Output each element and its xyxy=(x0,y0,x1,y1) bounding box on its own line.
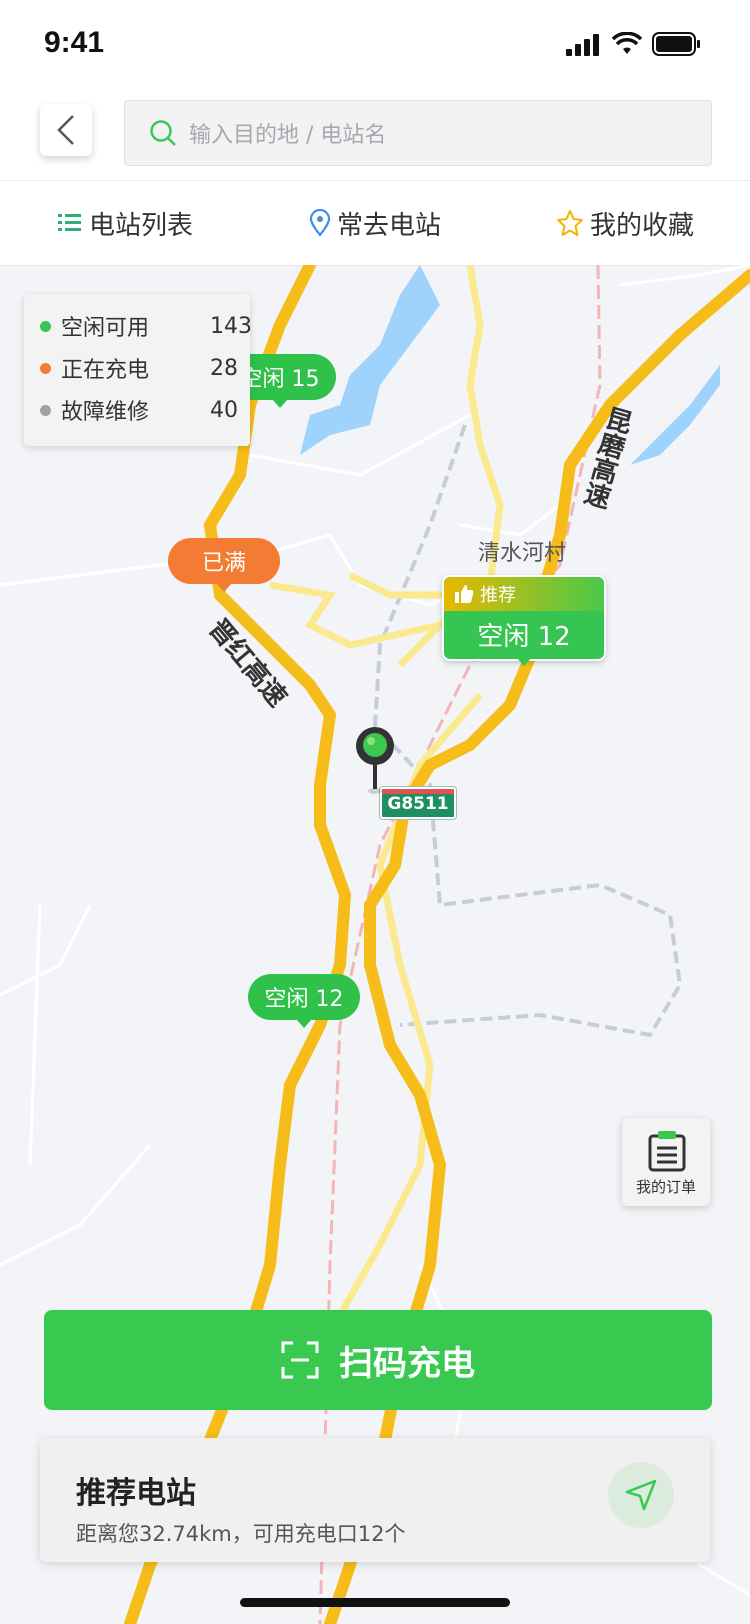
map-canvas: 清水河村 xyxy=(0,265,750,1624)
station-marker-full[interactable]: 已满 xyxy=(168,538,280,592)
legend-count: 143 xyxy=(210,313,252,339)
wifi-icon xyxy=(612,32,642,54)
my-orders-label: 我的订单 xyxy=(635,1178,696,1196)
status-time: 9:41 xyxy=(44,26,105,59)
legend-count: 40 xyxy=(210,397,238,423)
recommend-availability: 空闲 12 xyxy=(477,621,571,652)
legend-row-charging: 正在充电 28 xyxy=(40,348,250,388)
status-legend: 空闲可用 143 正在充电 28 故障维修 40 xyxy=(24,294,252,446)
map-view[interactable]: 清水河村 晋红高速 昆磨高速 G8511 空闲 15 已满 空闲 12 xyxy=(0,265,750,1624)
home-indicator xyxy=(240,1598,510,1607)
tab-label: 我的收藏 xyxy=(589,210,694,241)
legend-row-idle: 空闲可用 143 xyxy=(40,306,252,346)
legend-label: 故障维修 xyxy=(61,400,150,425)
highway-shield-text: G8511 xyxy=(387,794,449,814)
navigation-arrow-icon xyxy=(625,1479,657,1511)
village-label: 清水河村 xyxy=(478,541,566,566)
battery-icon xyxy=(652,32,700,56)
list-icon xyxy=(57,214,81,231)
legend-count: 28 xyxy=(210,355,238,381)
scan-to-charge-button[interactable]: 扫码充电 xyxy=(44,1310,712,1410)
station-marker-idle-12[interactable]: 空闲 12 xyxy=(248,974,360,1028)
cellular-signal-icon xyxy=(566,34,599,56)
star-icon xyxy=(556,210,583,236)
chevron-left-icon xyxy=(57,115,74,145)
back-button[interactable] xyxy=(40,104,92,156)
search-input[interactable]: 输入目的地 / 电站名 xyxy=(124,100,712,166)
legend-row-fault: 故障维修 40 xyxy=(40,390,250,430)
clipboard-icon xyxy=(648,1131,686,1172)
recommended-station-title: 推荐电站 xyxy=(76,1476,196,1511)
tab-bar: 电站列表 常去电站 我的收藏 xyxy=(0,180,750,266)
tab-label: 常去电站 xyxy=(336,210,441,241)
legend-dot-idle xyxy=(40,320,51,332)
tab-station-list[interactable]: 电站列表 xyxy=(0,181,250,265)
legend-dot-fault xyxy=(40,404,51,416)
location-pin-icon xyxy=(309,209,331,237)
scan-button-label: 扫码充电 xyxy=(339,1343,475,1384)
recommend-tag-label: 推荐 xyxy=(480,585,516,606)
recommended-station-marker[interactable]: 推荐 空闲 12 xyxy=(442,575,606,666)
tab-my-favorites[interactable]: 我的收藏 xyxy=(500,181,750,265)
my-orders-button[interactable]: 我的订单 xyxy=(622,1118,710,1206)
recommended-station-card[interactable]: 推荐电站 距离您32.74km，可用充电口12个 xyxy=(40,1438,710,1562)
status-bar: 9:41 xyxy=(0,0,750,90)
search-placeholder: 输入目的地 / 电站名 xyxy=(189,123,387,148)
legend-label: 正在充电 xyxy=(61,358,150,383)
legend-label: 空闲可用 xyxy=(61,316,150,341)
navigate-button[interactable] xyxy=(608,1462,674,1528)
recommend-tag: 推荐 xyxy=(444,577,604,611)
tab-label: 电站列表 xyxy=(88,210,193,241)
thumbs-up-icon xyxy=(455,585,474,603)
scan-icon xyxy=(281,1341,319,1379)
legend-dot-charging xyxy=(40,362,51,374)
recommend-pointer xyxy=(516,657,532,666)
current-location-pin-icon xyxy=(356,727,394,794)
recommended-station-description: 距离您32.74km，可用充电口12个 xyxy=(76,1522,406,1546)
tab-frequent-stations[interactable]: 常去电站 xyxy=(250,181,500,265)
search-icon xyxy=(150,120,176,146)
